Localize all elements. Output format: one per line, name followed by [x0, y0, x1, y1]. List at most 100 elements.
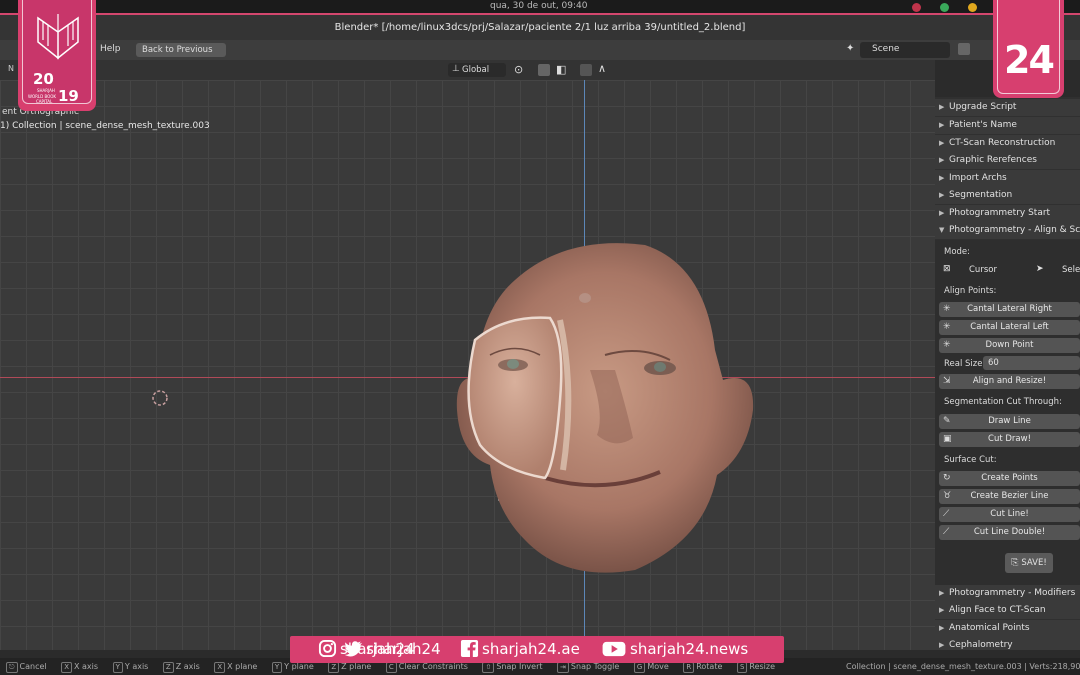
logo-frame: 20 19 SHARJAH WORLD BOOK CAPITAL — [22, 0, 92, 105]
snap-target-icon[interactable]: ◧ — [556, 63, 566, 76]
mode-label: Mode: — [944, 247, 971, 257]
panel-item-label: Photogrammetry - Align & Scale — [949, 225, 1080, 235]
panel-item-import-archs[interactable]: ▶ Import Archs — [935, 170, 1080, 187]
book-emblem-icon — [37, 14, 79, 60]
point-icon: ✳ — [943, 322, 951, 332]
image-icon: ▣ — [943, 434, 952, 444]
status-item: ⇧ Snap Invert — [482, 662, 548, 673]
status-item: XX axis — [61, 662, 104, 673]
3d-cursor-icon[interactable] — [150, 388, 170, 408]
viewport-object-label: 1) Collection | scene_dense_mesh_texture… — [0, 121, 210, 131]
panel-item-align-face-ct-scan[interactable]: ▶ Align Face to CT-Scan — [935, 602, 1080, 619]
cantal-lateral-left-button[interactable]: ✳ Cantal Lateral Left — [939, 320, 1080, 335]
scene-stats: Collection | scene_dense_mesh_texture.00… — [846, 662, 1080, 671]
panel-item-label: Align Face to CT-Scan — [949, 605, 1046, 615]
collapse-arrow-icon: ▼ — [939, 226, 945, 234]
falloff-icon[interactable]: ∧ — [598, 62, 606, 75]
mode-cursor-option[interactable]: Cursor — [969, 265, 997, 275]
save-button[interactable]: ⎘ SAVE! — [1005, 553, 1053, 573]
real-size-value: 60 — [988, 358, 999, 368]
knife-icon: ⟋ — [943, 527, 950, 537]
mode-select-option[interactable]: Sele — [1062, 265, 1080, 275]
point-icon: ✳ — [943, 340, 951, 350]
panel-item-cephalometry[interactable]: ▶ Cephalometry — [935, 637, 1080, 650]
window-title: Blender* [/home/linux3dcs/prj/Salazar/pa… — [0, 15, 1080, 40]
addon-side-panel: ▶ Upgrade Script ▶ Patient's Name ▶ CT-Scan… — [935, 97, 1080, 650]
key-hint: ⇥ — [557, 662, 569, 673]
button-label: Cantal Lateral Right — [967, 304, 1052, 314]
panel-item-label: Import Archs — [949, 173, 1007, 183]
cut-line-button[interactable]: ⟋ Cut Line! — [939, 507, 1080, 522]
chrome-icon[interactable] — [968, 3, 977, 12]
twitter-handle: sharjah24 — [344, 636, 441, 663]
panel-item-label: Segmentation — [949, 190, 1013, 200]
real-size-field[interactable]: 60 — [983, 356, 1080, 370]
key-hint: ⇧ — [482, 662, 495, 673]
status-label: Y plane — [284, 662, 314, 671]
panel-item-photogrammetry-modifiers[interactable]: ▶ Photogrammetry - Modifiers — [935, 585, 1080, 602]
expand-arrow-icon: ▶ — [939, 121, 945, 129]
instagram-icon — [318, 639, 337, 658]
proportional-edit-icon[interactable] — [580, 64, 592, 76]
status-label: Snap Toggle — [570, 662, 620, 671]
back-to-previous-button[interactable]: Back to Previous — [136, 43, 226, 57]
status-item: YY axis — [112, 662, 155, 673]
panel-item-patients-name[interactable]: ▶ Patient's Name — [935, 117, 1080, 134]
status-label: Z plane — [341, 662, 372, 671]
panel-item-photogrammetry-align-scale[interactable]: ▼ Photogrammetry - Align & Scale — [935, 222, 1080, 239]
down-point-button[interactable]: ✳ Down Point — [939, 338, 1080, 353]
cut-line-double-button[interactable]: ⟋ Cut Line Double! — [939, 525, 1080, 540]
panel-item-ct-scan-reconstruction[interactable]: ▶ CT-Scan Reconstruction — [935, 135, 1080, 152]
panel-item-label: Graphic Rerefences — [949, 155, 1037, 165]
os-tray-icon[interactable] — [940, 3, 949, 12]
panel-item-upgrade-script[interactable]: ▶ Upgrade Script — [935, 99, 1080, 116]
mode-icon[interactable]: N — [8, 64, 14, 73]
panel-item-graphic-references[interactable]: ▶ Graphic Rerefences — [935, 152, 1080, 169]
status-label: Cancel — [19, 662, 47, 671]
resize-icon: ⇲ — [943, 376, 951, 386]
key-hint: Z — [328, 662, 340, 673]
expand-arrow-icon: ▶ — [939, 209, 945, 217]
os-clock: qua, 30 de out, 09:40 — [490, 1, 588, 11]
cut-draw-button[interactable]: ▣ Cut Draw! — [939, 432, 1080, 447]
status-label: Y axis — [124, 662, 149, 671]
create-points-button[interactable]: ↻ Create Points — [939, 471, 1080, 486]
snap-icon[interactable] — [538, 64, 550, 76]
help-menu[interactable]: Help — [100, 44, 121, 54]
key-hint: ⎋ — [6, 662, 18, 673]
viewport-toolbar: N Global ⊥ ⊙ ◧ ∧ — [0, 60, 935, 80]
align-and-resize-button[interactable]: ⇲ Align and Resize! — [939, 374, 1080, 389]
status-label: X axis — [74, 662, 99, 671]
face-mesh-model[interactable] — [455, 240, 755, 575]
key-hint: X — [214, 662, 226, 673]
panel-item-segmentation[interactable]: ▶ Segmentation — [935, 187, 1080, 204]
twitter-icon — [344, 641, 363, 657]
status-item: R Rotate — [683, 662, 728, 673]
scene-icon: ✦ — [846, 43, 855, 54]
create-bezier-line-button[interactable]: ♉ Create Bezier Line — [939, 489, 1080, 504]
status-item: C Clear Constraints — [385, 662, 474, 673]
panel-item-anatomical-points[interactable]: ▶ Anatomical Points — [935, 620, 1080, 637]
expand-arrow-icon: ▶ — [939, 174, 945, 182]
key-hint: X — [61, 662, 72, 673]
select-pointer-icon: ➤ — [1036, 264, 1044, 274]
scene-browse-icon[interactable] — [958, 43, 970, 55]
os-tray-icon[interactable] — [912, 3, 921, 12]
logo-24-text: 24 — [1004, 38, 1055, 82]
panel-item-label: Upgrade Script — [949, 102, 1017, 112]
youtube-icon — [602, 641, 626, 657]
expand-arrow-icon: ▶ — [939, 191, 945, 199]
segmentation-cut-label: Segmentation Cut Through: — [944, 397, 1062, 407]
panel-item-label: Cephalometry — [949, 640, 1013, 650]
expand-arrow-icon: ▶ — [939, 606, 945, 614]
button-label: Align and Resize! — [972, 376, 1047, 386]
bezier-icon: ♉ — [943, 491, 952, 501]
youtube-text: sharjah24.news — [630, 640, 749, 658]
cantal-lateral-right-button[interactable]: ✳ Cantal Lateral Right — [939, 302, 1080, 317]
status-item: ⇥ Snap Toggle — [557, 662, 625, 673]
status-item: ⎋ Cancel — [6, 662, 53, 673]
panel-item-label: Patient's Name — [949, 120, 1017, 130]
pivot-icon[interactable]: ⊙ — [514, 63, 523, 76]
panel-item-photogrammetry-start[interactable]: ▶ Photogrammetry Start — [935, 205, 1080, 222]
draw-line-button[interactable]: ✎ Draw Line — [939, 414, 1080, 429]
